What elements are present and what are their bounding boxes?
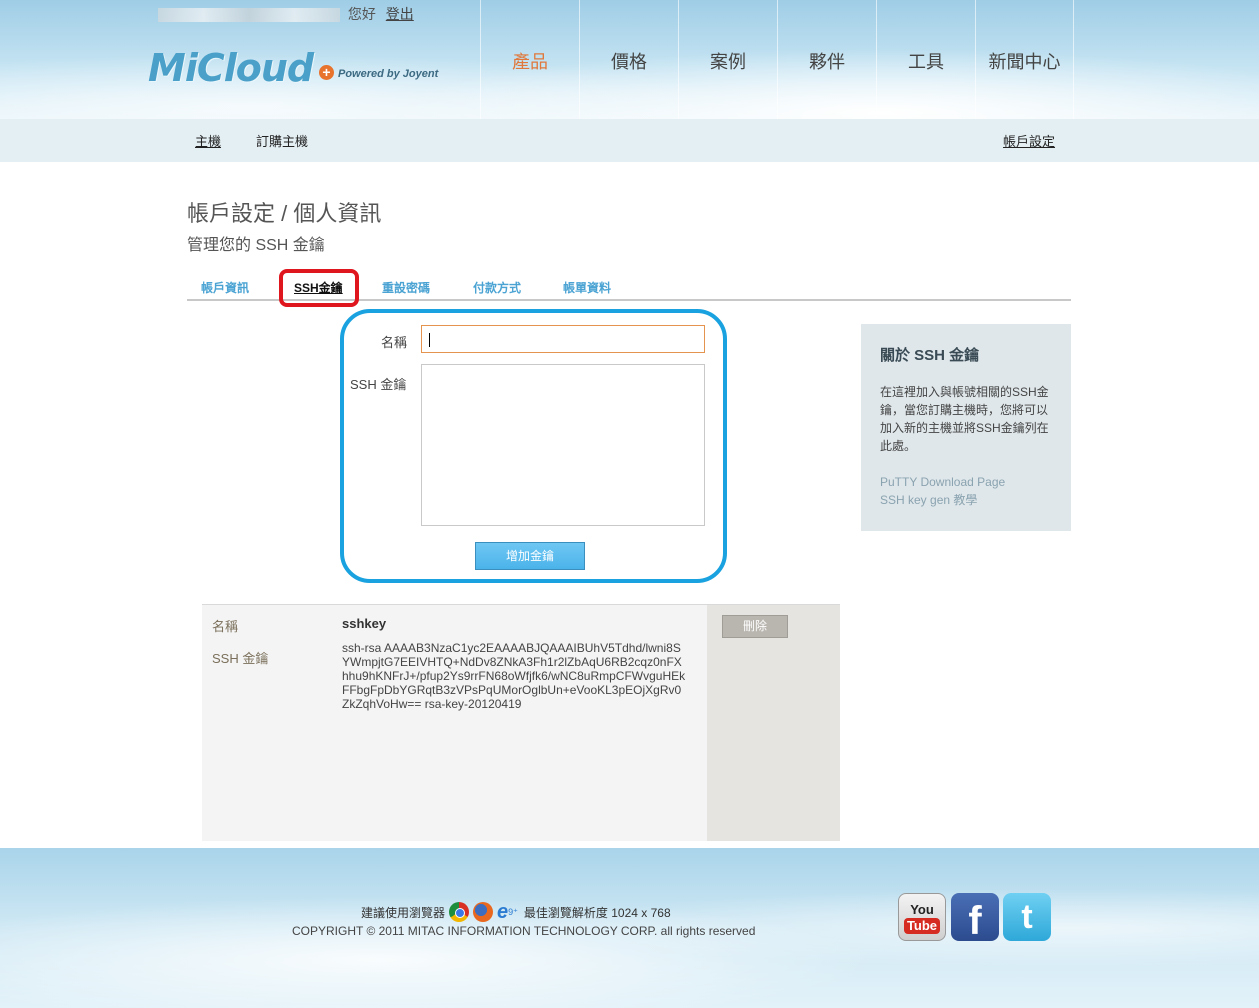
page-title: 帳戶設定 / 個人資訊 [187, 201, 382, 226]
chrome-icon [449, 902, 470, 922]
greeting-text: 您好 [347, 6, 376, 22]
ssh-key-entry: 名稱 sshkey SSH 金鑰 ssh-rsa AAAAB3NzaC1yc2E… [202, 604, 840, 841]
facebook-icon[interactable]: f [951, 893, 999, 941]
twitter-icon[interactable]: t [1003, 893, 1051, 941]
nav-news[interactable]: 新聞中心 [975, 0, 1074, 119]
powered-by-text: Powered by Joyent [338, 68, 439, 80]
nav-cases[interactable]: 案例 [678, 0, 777, 119]
browser-text: 建議使用瀏覽器 [361, 905, 446, 920]
ie-icon: e [497, 901, 509, 923]
micloud-logo[interactable]: MiCloud + Powered by Joyent [148, 46, 448, 98]
sidebar-heading: 關於 SSH 金鑰 [880, 347, 980, 364]
text-caret [429, 333, 430, 347]
sidebar-description: 在這裡加入與帳號相關的SSH金鑰，當您訂購主機時，您將可以加入新的主機並將SSH… [880, 385, 1049, 453]
greeting-area: 您好 登出 [158, 4, 414, 24]
firefox-icon [473, 902, 494, 922]
copyright-text: COPYRIGHT © 2011 MITAC INFORMATION TECHN… [292, 924, 756, 938]
key-name-input[interactable] [421, 325, 705, 353]
nav-tools[interactable]: 工具 [876, 0, 975, 119]
entry-actions: 刪除 [707, 605, 840, 841]
putty-download-link[interactable]: PuTTY Download Page [880, 473, 1052, 491]
blurred-username [158, 8, 340, 23]
delete-key-button[interactable]: 刪除 [722, 615, 788, 638]
add-key-button[interactable]: 增加金鑰 [475, 542, 585, 570]
subnav-hosts-link[interactable]: 主機 [195, 131, 221, 150]
youtube-tube: Tube [903, 918, 941, 934]
site-header: 您好 登出 MiCloud + Powered by Joyent 產品 價格 … [0, 0, 1259, 119]
logo-wordmark: MiCloud [148, 46, 314, 90]
tab-account-info[interactable]: 帳戶資訊 [201, 279, 249, 296]
subnav-order-hosts-link[interactable]: 訂購主機 [256, 131, 308, 150]
ie-version: 9⁺ [508, 906, 518, 917]
nav-pricing[interactable]: 價格 [579, 0, 678, 119]
ssh-key-textarea[interactable] [421, 364, 705, 526]
tab-reset-password[interactable]: 重設密碼 [382, 279, 430, 296]
resolution-text: 最佳瀏覽解析度 1024 x 768 [523, 905, 671, 920]
logout-link[interactable]: 登出 [386, 6, 414, 22]
page-subtitle: 管理您的 SSH 金鑰 [187, 237, 325, 254]
active-tab-highlight [279, 269, 359, 307]
ssh-key-label: SSH 金鑰 [350, 377, 407, 392]
main-nav: 產品 價格 案例 夥伴 工具 新聞中心 [480, 0, 1074, 119]
sub-nav: 主機 訂購主機 帳戶設定 [0, 119, 1259, 162]
entry-name-value: sshkey [342, 616, 387, 631]
tab-billing-info[interactable]: 帳單資料 [563, 279, 611, 296]
youtube-icon[interactable]: You Tube [898, 893, 946, 941]
logo-plus-icon: + [319, 65, 334, 80]
entry-key-value: ssh-rsa AAAAB3NzaC1yc2EAAAABJQAAAIBUhV5T… [342, 641, 686, 711]
entry-key-label: SSH 金鑰 [212, 651, 269, 666]
entry-name-label: 名稱 [212, 619, 239, 634]
name-label: 名稱 [381, 335, 408, 350]
site-footer: 建議使用瀏覽器 e 9⁺ 最佳瀏覽解析度 1024 x 768 COPYRIGHT… [0, 848, 1259, 1008]
sidebar-links: PuTTY Download Page SSH key gen 教學 [880, 473, 1052, 509]
nav-products[interactable]: 產品 [480, 0, 579, 119]
about-ssh-sidebar: 關於 SSH 金鑰 在這裡加入與帳號相關的SSH金鑰，當您訂購主機時，您將可以加… [861, 324, 1071, 531]
tab-payment-method[interactable]: 付款方式 [473, 279, 521, 296]
ssh-keygen-tutorial-link[interactable]: SSH key gen 教學 [880, 491, 1052, 509]
nav-partners[interactable]: 夥伴 [777, 0, 876, 119]
subnav-account-settings-link[interactable]: 帳戶設定 [1003, 131, 1055, 150]
browser-recommendation: 建議使用瀏覽器 e 9⁺ 最佳瀏覽解析度 1024 x 768 [361, 902, 671, 922]
youtube-you: You [910, 902, 934, 917]
